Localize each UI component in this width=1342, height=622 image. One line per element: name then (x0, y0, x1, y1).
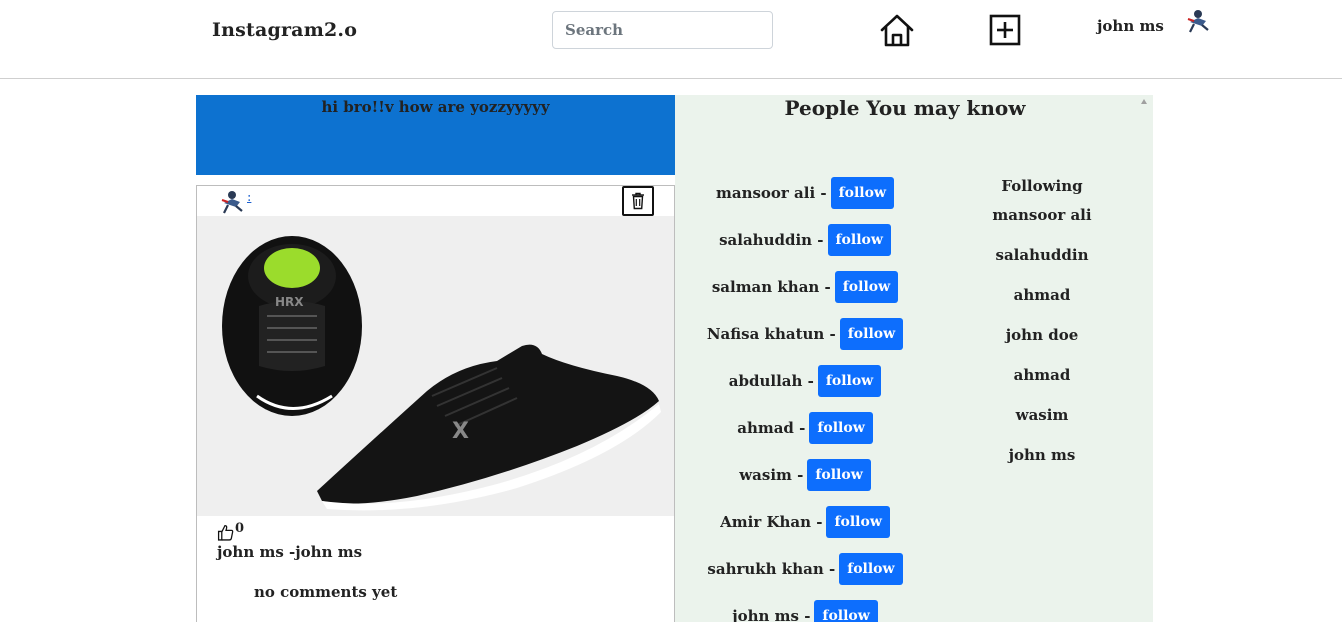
follow-button[interactable]: follow (809, 412, 873, 444)
following-item[interactable]: john ms (975, 446, 1109, 464)
scroll-up-arrow-icon[interactable] (1141, 99, 1147, 104)
following-item[interactable]: wasim (975, 406, 1109, 424)
suggestion-name: mansoor ali - (715, 184, 827, 202)
post-author-link[interactable]: : (247, 190, 251, 205)
suggestion-item: salman khan - follow (675, 271, 935, 303)
post-image[interactable]: HRX X (197, 216, 674, 516)
follow-button[interactable]: follow (817, 365, 882, 397)
follow-button[interactable]: follow (839, 318, 904, 350)
like-row: 0 (217, 521, 244, 541)
follow-button[interactable]: follow (830, 177, 895, 209)
post-caption: john ms -john ms (217, 543, 363, 561)
svg-text:X: X (452, 419, 469, 444)
follow-button[interactable]: follow (834, 271, 899, 303)
suggestion-item: ahmad - follow (675, 412, 935, 444)
following-item[interactable]: salahuddin (975, 246, 1109, 264)
follow-button[interactable]: follow (839, 553, 903, 585)
following-item[interactable]: john doe (975, 326, 1109, 344)
suggestion-name: abdullah - (728, 372, 814, 390)
plus-square-icon[interactable] (988, 13, 1024, 49)
follow-button[interactable]: follow (826, 506, 890, 538)
suggestion-item: salahuddin - follow (675, 224, 935, 256)
avatar-icon[interactable] (1184, 8, 1212, 34)
suggestion-name: wasim - (739, 466, 804, 484)
suggestion-name: ahmad - (737, 419, 806, 437)
suggestion-item: Amir Khan - follow (675, 506, 935, 538)
brand-logo[interactable]: Instagram2.o (212, 19, 357, 41)
following-item[interactable]: ahmad (975, 366, 1109, 384)
suggestion-item: sahrukh khan - follow (675, 553, 935, 585)
suggestion-name: salahuddin - (719, 231, 824, 249)
suggestion-item: john ms - follow (675, 600, 935, 622)
thumbs-up-icon[interactable] (217, 524, 234, 541)
suggestions-panel: People You may know mansoor ali - follow… (675, 95, 1153, 622)
follow-button[interactable]: follow (814, 600, 878, 622)
following-heading: Following (1001, 177, 1083, 195)
follow-button[interactable]: follow (827, 224, 891, 256)
suggestion-name: salman khan - (711, 278, 831, 296)
suggestion-name: Nafisa khatun - (706, 325, 836, 343)
like-count: 0 (235, 521, 245, 536)
top-navbar: Instagram2.o john ms (0, 0, 1342, 79)
suggestion-item: Nafisa khatun - follow (675, 318, 935, 350)
home-icon[interactable] (879, 13, 915, 49)
delete-post-button[interactable] (622, 186, 654, 216)
suggestion-item: abdullah - follow (675, 365, 935, 397)
follow-button[interactable]: follow (807, 459, 871, 491)
search-input[interactable] (552, 11, 773, 49)
status-text: hi bro!!v how are yozzyyyyy (321, 98, 550, 116)
suggestion-name: Amir Khan - (720, 513, 823, 531)
following-item[interactable]: mansoor ali (975, 206, 1109, 224)
suggestion-name: sahrukh khan - (707, 560, 836, 578)
status-banner: hi bro!!v how are yozzyyyyy (196, 95, 675, 175)
following-item[interactable]: ahmad (975, 286, 1109, 304)
post-card: : HRX X 0 john ms -john ms no comments y… (196, 185, 675, 622)
trash-icon (632, 192, 644, 210)
suggestions-title: People You may know (784, 96, 1026, 120)
svg-text:HRX: HRX (275, 295, 304, 309)
comments-empty-text: no comments yet (254, 583, 398, 601)
nav-username[interactable]: john ms (1097, 17, 1164, 35)
suggestion-item: mansoor ali - follow (675, 177, 935, 209)
suggestion-name: john ms - (732, 607, 811, 622)
post-avatar-icon[interactable] (217, 189, 247, 215)
suggestion-item: wasim - follow (675, 459, 935, 491)
